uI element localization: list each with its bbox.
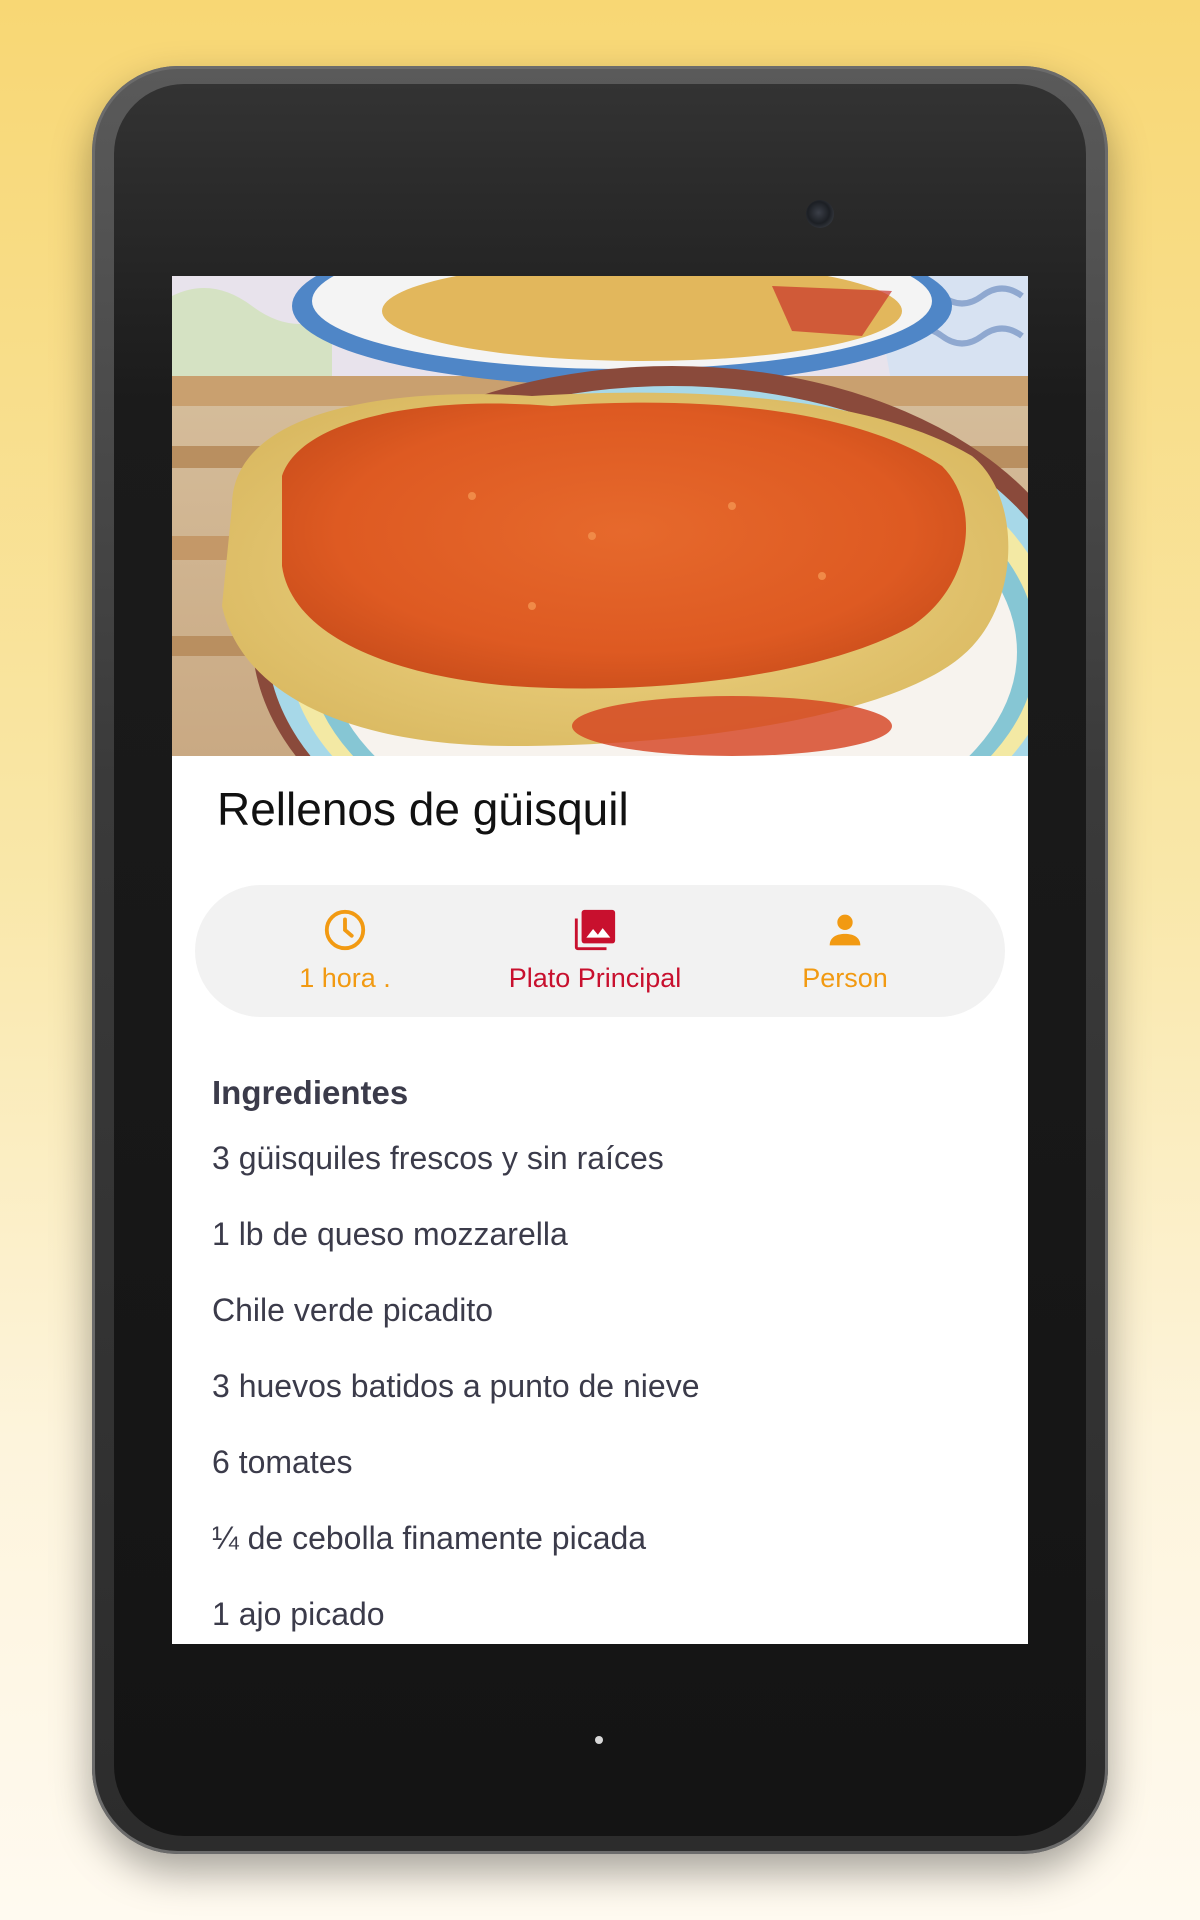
home-indicator <box>595 1736 603 1744</box>
ingredient-item: 6 tomates <box>212 1444 353 1480</box>
ingredients-section: Ingredientes 3 güisquiles frescos y sin … <box>212 1074 1002 1644</box>
recipe-title: Rellenos de güisquil <box>217 783 629 835</box>
photo-library-icon <box>574 909 616 951</box>
category-label: Plato Principal <box>508 963 682 993</box>
time-info: 1 hora . <box>285 907 405 994</box>
ingredients-heading: Ingredientes <box>212 1074 409 1111</box>
ingredient-item: Chile verde picadito <box>212 1292 494 1328</box>
front-camera <box>806 200 834 228</box>
recipe-photo <box>172 276 1028 756</box>
app-screen: Rellenos de güisquil 1 hora . Plato Prin… <box>172 276 1028 1644</box>
ingredient-item: ¼ de cebolla finamente picada <box>212 1520 647 1556</box>
servings-label: Person <box>802 963 888 993</box>
ingredients-list: 3 güisquiles frescos y sin raíces 1 lb d… <box>212 1138 1002 1644</box>
time-label: 1 hora . <box>299 963 391 993</box>
servings-info: Person <box>785 907 905 994</box>
ingredient-item: 1 lb de queso mozzarella <box>212 1216 568 1252</box>
clock-icon <box>324 909 366 951</box>
recipe-info-bar: 1 hora . Plato Principal Person <box>195 885 1005 1017</box>
category-info: Plato Principal <box>485 907 705 994</box>
ingredient-item: 3 güisquiles frescos y sin raíces <box>212 1140 664 1176</box>
ingredient-item: 3 huevos batidos a punto de nieve <box>212 1368 700 1404</box>
person-icon <box>829 914 861 946</box>
ingredient-item: 1 ajo picado <box>212 1596 385 1632</box>
